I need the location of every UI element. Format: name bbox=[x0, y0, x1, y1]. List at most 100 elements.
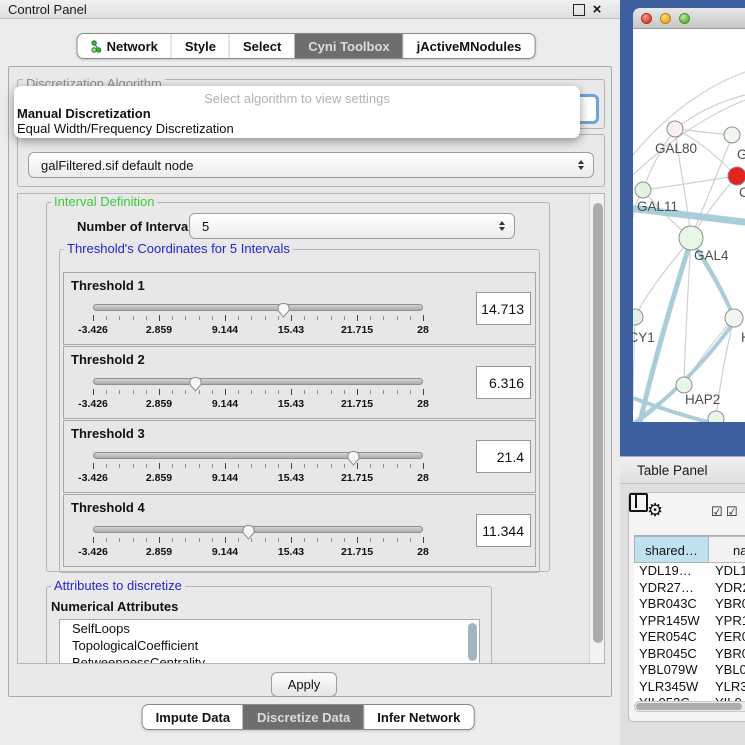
float-window-icon[interactable] bbox=[573, 4, 585, 16]
checkbox-icon[interactable]: ☑ bbox=[711, 504, 723, 520]
tick-mark bbox=[370, 316, 371, 320]
tick-mark bbox=[344, 464, 345, 468]
tab-infer-network[interactable]: Infer Network bbox=[363, 705, 473, 729]
attributes-list-scrollbar[interactable] bbox=[468, 623, 477, 661]
network-node-gal80[interactable] bbox=[667, 121, 683, 137]
slider-handle[interactable] bbox=[276, 302, 291, 318]
tick-mark bbox=[383, 316, 384, 320]
threshold-panel-1: Threshold 1-3.4262.8599.14415.4321.71528… bbox=[63, 272, 536, 345]
close-traffic-light-icon[interactable] bbox=[641, 13, 652, 24]
tab-style[interactable]: Style bbox=[171, 34, 229, 58]
columns-icon[interactable] bbox=[629, 493, 648, 512]
tab-label: Network bbox=[107, 39, 158, 54]
table-row[interactable]: YER054CYER0 bbox=[634, 629, 745, 646]
tick-mark bbox=[265, 538, 266, 542]
network-node-gal11[interactable] bbox=[635, 182, 651, 198]
tick-mark bbox=[159, 537, 160, 543]
network-node-gal4[interactable] bbox=[679, 226, 703, 250]
table-row[interactable]: YLR345WYLR3 bbox=[634, 679, 745, 696]
tick-label: 21.715 bbox=[341, 398, 373, 410]
slider-handle[interactable] bbox=[188, 376, 203, 392]
tick-mark bbox=[199, 538, 200, 542]
table-row[interactable]: YBL079WYBL0 bbox=[634, 662, 745, 679]
checkbox-icon[interactable]: ☑ bbox=[726, 504, 738, 520]
number-of-intervals-combobox[interactable]: 5 bbox=[189, 213, 515, 239]
threshold-slider[interactable]: -3.4262.8599.14415.4321.71528 bbox=[93, 304, 423, 342]
network-node[interactable] bbox=[708, 411, 724, 422]
dropdown-option-equal-width-frequency[interactable]: Equal Width/Frequency Discretization bbox=[14, 121, 580, 136]
network-window-titlebar[interactable] bbox=[633, 8, 745, 29]
tab-select[interactable]: Select bbox=[229, 34, 294, 58]
table-row[interactable]: YDL19…YDL1 bbox=[634, 563, 745, 580]
tick-mark bbox=[397, 538, 398, 542]
tick-mark bbox=[251, 316, 252, 320]
number-of-intervals-label: Number of Intervals bbox=[77, 219, 199, 234]
tab-discretize-data[interactable]: Discretize Data bbox=[243, 705, 363, 729]
node-table: shared… na YDL19…YDL1YDR27…YDR2YBR043CYB… bbox=[634, 535, 745, 704]
table-data-combobox[interactable]: galFiltered.sif default node bbox=[28, 152, 594, 178]
threshold-value-field[interactable]: 21.4 bbox=[476, 440, 531, 473]
numerical-attributes-list[interactable]: SelfLoopsTopologicalCoefficientBetweenne… bbox=[59, 619, 480, 664]
tab-impute-data[interactable]: Impute Data bbox=[143, 705, 243, 729]
control-panel: Control Panel × Network StyleSelectCyni T… bbox=[0, 0, 620, 745]
tick-label: -3.426 bbox=[78, 546, 108, 558]
network-node-hap2[interactable] bbox=[676, 377, 692, 393]
node-label: GAL80 bbox=[655, 141, 697, 156]
zoom-traffic-light-icon[interactable] bbox=[679, 13, 690, 24]
tick-mark bbox=[410, 316, 411, 320]
stepper-arrows-icon bbox=[578, 160, 584, 170]
column-header-name[interactable]: na bbox=[709, 536, 745, 563]
table-row[interactable]: YPR145WYPR1 bbox=[634, 613, 745, 630]
table-panel-title: Table Panel bbox=[637, 463, 708, 478]
threshold-value-field[interactable]: 6.316 bbox=[476, 366, 531, 399]
threshold-slider[interactable]: -3.4262.8599.14415.4321.71528 bbox=[93, 526, 423, 564]
tick-mark bbox=[251, 464, 252, 468]
tab-cyni-toolbox[interactable]: Cyni Toolbox bbox=[294, 34, 402, 58]
tick-mark bbox=[133, 316, 134, 320]
gear-icon[interactable]: ⚙ bbox=[647, 500, 663, 521]
tick-label: 2.859 bbox=[146, 398, 172, 410]
close-icon[interactable]: × bbox=[589, 0, 605, 19]
network-node-ga[interactable] bbox=[724, 127, 740, 143]
minimize-traffic-light-icon[interactable] bbox=[660, 13, 671, 24]
network-node-h[interactable] bbox=[725, 309, 743, 327]
dropdown-placeholder-item[interactable]: Select algorithm to view settings bbox=[14, 86, 580, 106]
table-horizontal-scrollbar-thumb[interactable] bbox=[636, 703, 742, 710]
column-header-shared-name[interactable]: shared… bbox=[634, 536, 709, 563]
dropdown-option-manual-discretization[interactable]: Manual Discretization bbox=[14, 106, 580, 121]
threshold-value-field[interactable]: 14.713 bbox=[476, 292, 531, 325]
threshold-panel-2: Threshold 2-3.4262.8599.14415.4321.71528… bbox=[63, 346, 536, 419]
table-horizontal-scrollbar[interactable] bbox=[634, 701, 745, 712]
slider-handle[interactable] bbox=[346, 450, 361, 466]
table-row[interactable]: YBR043CYBR0 bbox=[634, 596, 745, 613]
tab-jactivemnodules[interactable]: jActiveMNodules bbox=[403, 34, 535, 58]
thresholds-group-label: Threshold's Coordinates for 5 Intervals bbox=[64, 242, 293, 255]
tick-mark bbox=[265, 390, 266, 394]
tick-label: 15.43 bbox=[278, 546, 304, 558]
tick-label: 28 bbox=[417, 324, 429, 336]
threshold-slider[interactable]: -3.4262.8599.14415.4321.71528 bbox=[93, 452, 423, 490]
network-canvas[interactable]: GAL80GACGAL11GAL4GCY1HHAP2 bbox=[633, 29, 745, 422]
node-label: C bbox=[739, 185, 745, 200]
attribute-item[interactable]: SelfLoops bbox=[60, 620, 479, 637]
control-panel-titlebar[interactable]: Control Panel × bbox=[0, 0, 620, 19]
settings-scrollbar-track[interactable] bbox=[589, 194, 605, 664]
tick-mark bbox=[423, 389, 424, 395]
settings-scrollbar-thumb[interactable] bbox=[593, 203, 603, 643]
tab-network[interactable]: Network bbox=[78, 34, 171, 58]
tick-label: -3.426 bbox=[78, 398, 108, 410]
attribute-item[interactable]: TopologicalCoefficient bbox=[60, 637, 479, 654]
network-node-gcy1[interactable] bbox=[633, 309, 643, 325]
tick-mark bbox=[423, 463, 424, 469]
network-node-c[interactable] bbox=[728, 167, 745, 185]
threshold-slider[interactable]: -3.4262.8599.14415.4321.71528 bbox=[93, 378, 423, 416]
attribute-item[interactable]: BetweennessCentrality bbox=[60, 654, 479, 664]
table-row[interactable]: YDR27…YDR2 bbox=[634, 580, 745, 597]
table-panel-titlebar[interactable]: Table Panel bbox=[620, 456, 745, 484]
tick-mark bbox=[225, 463, 226, 469]
table-row[interactable]: YBR045CYBR0 bbox=[634, 646, 745, 663]
apply-button[interactable]: Apply bbox=[271, 672, 337, 697]
tick-mark bbox=[278, 390, 279, 394]
slider-handle[interactable] bbox=[241, 524, 256, 540]
threshold-value-field[interactable]: 11.344 bbox=[476, 514, 531, 547]
